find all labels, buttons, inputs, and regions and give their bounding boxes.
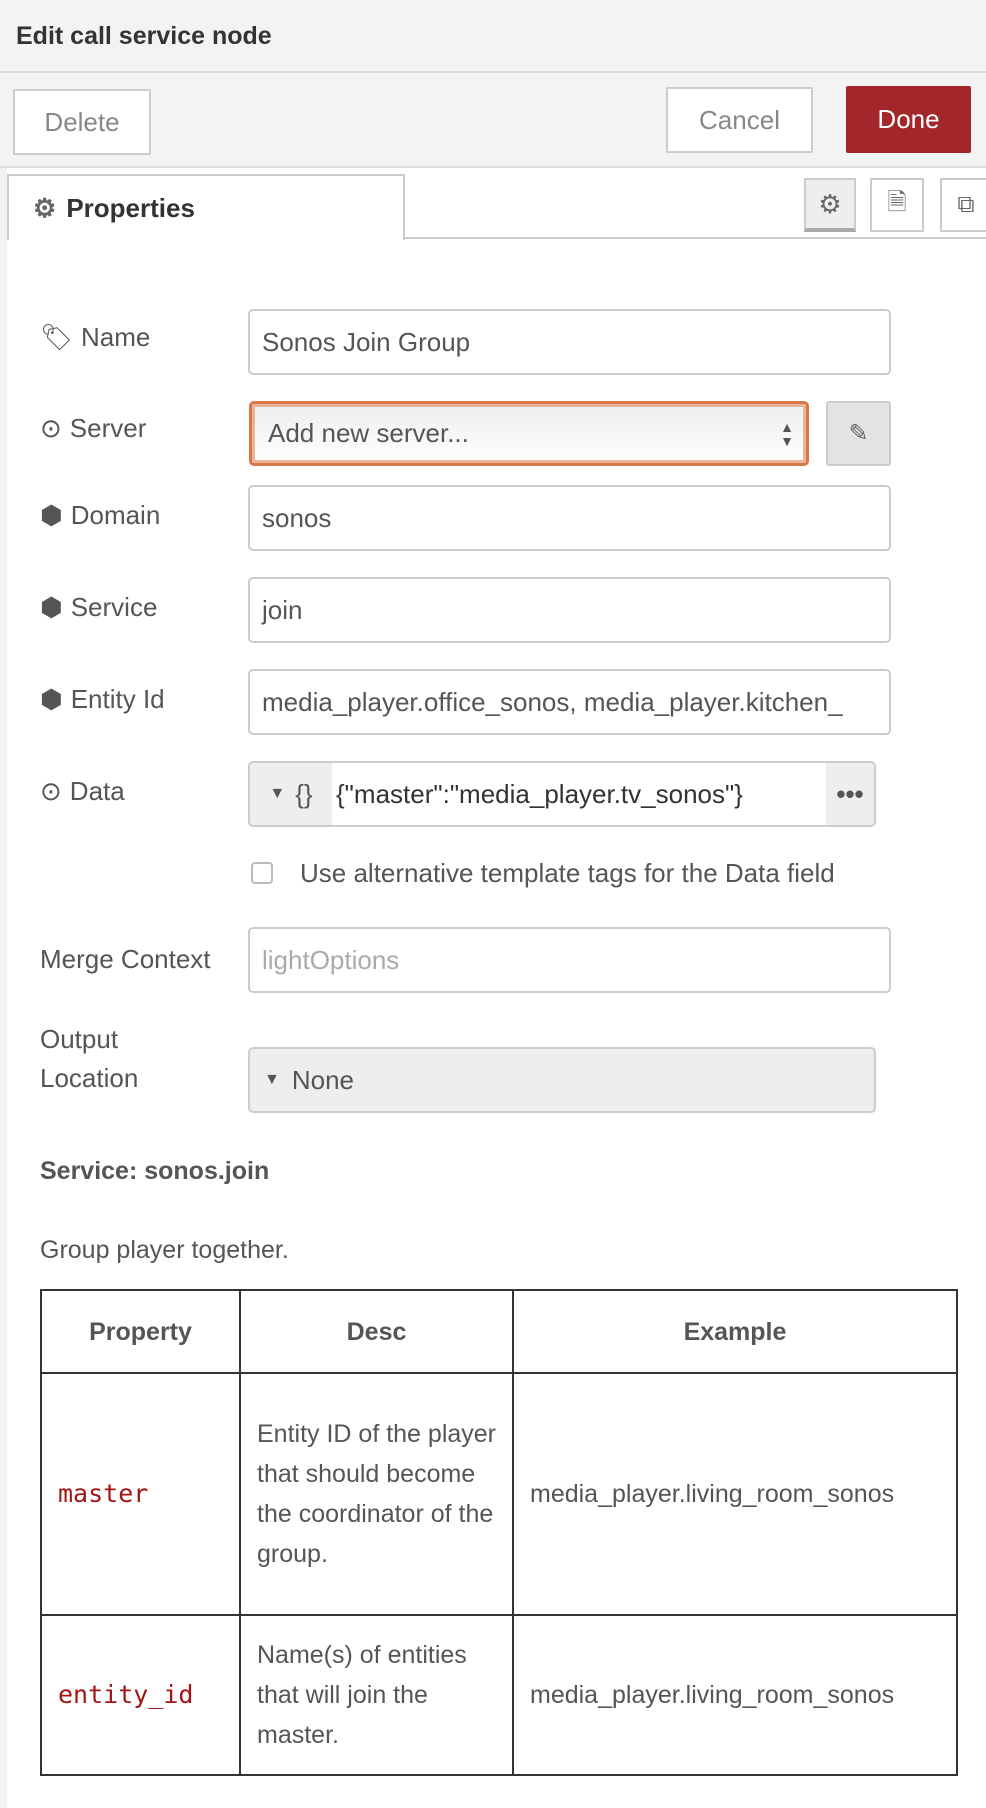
gear-icon: ⚙	[818, 188, 842, 219]
cube-icon: ⬢	[40, 500, 63, 530]
name-input[interactable]: Sonos Join Group	[248, 309, 891, 375]
data-label: ⊙ Data	[40, 776, 125, 807]
domain-label-text: Domain	[70, 500, 161, 530]
data-typed-input[interactable]: ▼ {} {"master":"media_player.tv_sonos"} •…	[248, 761, 876, 827]
entity-id-input[interactable]: media_player.office_sonos, media_player.…	[248, 669, 891, 735]
expand-editor-button[interactable]: •••	[826, 763, 874, 825]
service-label-text: Service	[70, 592, 158, 622]
dot-circle-icon: ⊙	[40, 413, 62, 443]
property-code: entity_id	[58, 1680, 194, 1709]
entity-label-text: Entity Id	[70, 684, 165, 714]
output-location-value: None	[291, 1064, 354, 1095]
example-cell: media_player.living_room_sonos	[512, 1614, 958, 1776]
table-row: entity_id Name(s) of entities that will …	[40, 1614, 958, 1776]
column-header: Property	[40, 1289, 241, 1374]
server-select[interactable]: Add new server... ▲ ▼	[249, 401, 809, 466]
merge-context-label: Merge Context	[40, 944, 211, 974]
document-icon: 🗎	[887, 188, 907, 216]
settings-tab-button[interactable]: ⚙	[804, 178, 856, 232]
output-location-label-1: Output	[40, 1024, 119, 1054]
property-cell: master	[40, 1372, 241, 1616]
dialog-title: Edit call service node	[16, 22, 272, 50]
alt-tags-label: Use alternative template tags for the Da…	[300, 858, 835, 888]
merge-context-input[interactable]: lightOptions	[248, 927, 891, 993]
domain-input[interactable]: sonos	[248, 485, 891, 551]
server-label-text: Server	[69, 413, 147, 443]
table-row: master Entity ID of the player that shou…	[40, 1372, 958, 1616]
table-header-row: Property Desc Example	[40, 1289, 958, 1374]
service-input[interactable]: join	[248, 577, 891, 643]
server-select-value: Add new server...	[268, 418, 469, 448]
done-button[interactable]: Done	[846, 86, 971, 153]
property-cell: entity_id	[40, 1614, 241, 1776]
tab-label: Properties	[66, 192, 195, 223]
output-location-label-2: Location	[40, 1063, 139, 1093]
name-label: 🏷 Name	[40, 322, 150, 353]
appearance-tab-button[interactable]: ⧉	[940, 178, 986, 232]
output-location-select[interactable]: ▼ None	[248, 1047, 876, 1113]
frame-icon: ⧉	[957, 191, 975, 218]
dot-circle-icon: ⊙	[40, 776, 62, 806]
data-type-label: {}	[295, 778, 313, 809]
column-header: Example	[512, 1289, 958, 1374]
left-edge	[0, 168, 7, 1808]
tag-icon: 🏷	[40, 322, 74, 352]
ellipsis-icon: •••	[836, 778, 864, 809]
edit-server-button[interactable]: ✎	[826, 401, 891, 466]
desc-cell: Entity ID of the player that should beco…	[239, 1372, 514, 1616]
service-heading: Service: sonos.join	[40, 1157, 270, 1185]
description-tab-button[interactable]: 🗎	[870, 178, 924, 232]
desc-cell: Name(s) of entities that will join the m…	[239, 1614, 514, 1776]
cube-icon: ⬢	[40, 592, 63, 622]
entity-id-label: ⬢ Entity Id	[40, 684, 165, 715]
cube-icon: ⬢	[40, 684, 63, 714]
service-description: Group player together.	[40, 1236, 289, 1264]
caret-down-icon: ▼	[269, 785, 286, 802]
alt-tags-checkbox[interactable]	[251, 862, 273, 884]
cancel-button[interactable]: Cancel	[666, 87, 813, 153]
example-cell: media_player.living_room_sonos	[512, 1372, 958, 1616]
service-fields-table: Property Desc Example master Entity ID o…	[40, 1289, 958, 1776]
delete-button[interactable]: Delete	[13, 89, 151, 155]
tab-divider	[405, 237, 986, 239]
caret-down-icon: ▼	[264, 1071, 280, 1088]
gear-icon: ⚙	[33, 192, 57, 223]
data-value[interactable]: {"master":"media_player.tv_sonos"}	[332, 763, 826, 825]
service-label: ⬢ Service	[40, 592, 157, 623]
domain-label: ⬢ Domain	[40, 500, 160, 531]
pencil-icon: ✎	[848, 420, 869, 447]
data-label-text: Data	[69, 776, 125, 806]
tab-properties[interactable]: ⚙ Properties	[7, 174, 405, 240]
column-header: Desc	[239, 1289, 514, 1374]
name-label-text: Name	[81, 322, 151, 352]
updown-arrows-icon: ▲ ▼	[780, 418, 794, 449]
property-code: master	[58, 1479, 149, 1508]
server-label: ⊙ Server	[40, 413, 146, 444]
data-type-select[interactable]: ▼ {}	[250, 763, 332, 825]
